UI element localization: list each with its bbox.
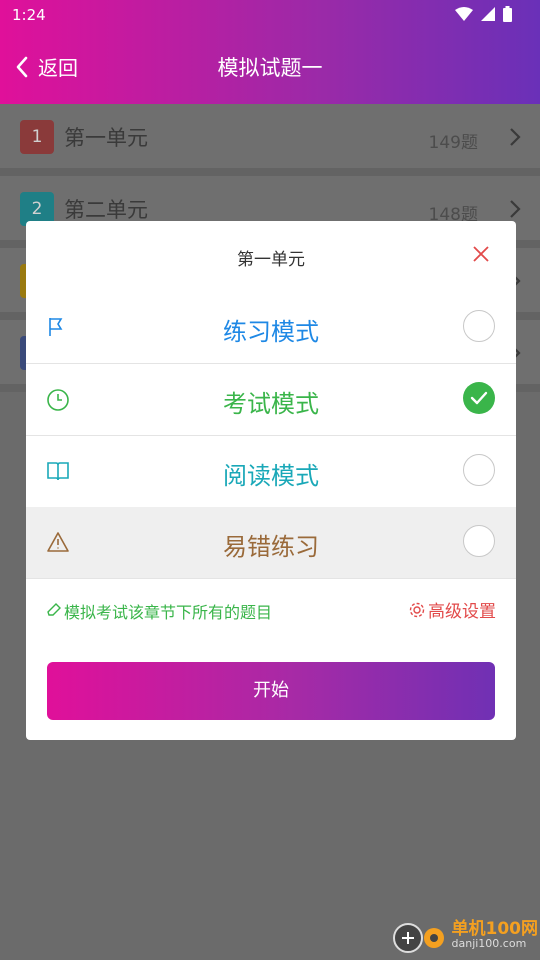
radio-button[interactable] — [463, 525, 495, 557]
unit-name: 第一单元 — [64, 126, 148, 150]
app-bar: 1:24 返回 模拟试题一 — [0, 0, 540, 104]
unit-count: 149题 — [428, 133, 478, 153]
mode-label: 练习模式 — [223, 318, 319, 346]
signal-icon — [481, 7, 495, 21]
mode-option-practice[interactable]: 练习模式 — [26, 292, 516, 364]
eraser-icon — [47, 603, 61, 616]
watermark-line1: 单机100网 — [451, 919, 539, 939]
unit-name: 第二单元 — [64, 198, 148, 222]
dialog-header: 第一单元 — [26, 221, 516, 291]
battery-icon — [503, 6, 512, 22]
watermark: 单机100网 danji100.com — [390, 914, 539, 956]
mode-dialog: 第一单元 练习模式 考试模式 阅读模式 易错练习 模拟考试该章节下所有的题目 高… — [26, 221, 516, 740]
advanced-settings-button[interactable]: 高级设置 — [408, 597, 496, 622]
mode-option-exam[interactable]: 考试模式 — [26, 364, 516, 436]
radio-button[interactable] — [463, 454, 495, 486]
close-icon[interactable] — [472, 245, 490, 263]
list-item[interactable]: 1 第一单元 149题 — [0, 104, 540, 176]
toolbar: 返回 模拟试题一 — [0, 32, 540, 104]
wifi-icon — [455, 7, 473, 21]
radio-button-checked[interactable] — [463, 382, 495, 414]
hint-text: 模拟考试该章节下所有的题目 — [64, 603, 273, 622]
unit-index-badge: 1 — [20, 120, 54, 154]
advanced-settings-label: 高级设置 — [428, 602, 496, 622]
chevron-right-icon — [510, 128, 521, 146]
dialog-title: 第一单元 — [237, 250, 305, 270]
watermark-text: 单机100网 danji100.com — [452, 920, 539, 950]
mode-option-mistakes[interactable]: 易错练习 — [26, 507, 516, 579]
radio-button[interactable] — [463, 310, 495, 342]
gear-icon — [409, 602, 425, 617]
mode-label: 阅读模式 — [223, 462, 319, 490]
mode-option-reading[interactable]: 阅读模式 — [26, 436, 516, 508]
start-button[interactable]: 开始 — [47, 662, 495, 720]
status-time: 1:24 — [12, 6, 46, 24]
status-icons — [455, 6, 512, 22]
chevron-right-icon — [510, 200, 521, 218]
status-bar: 1:24 — [0, 0, 540, 32]
check-icon — [470, 391, 488, 405]
mode-label: 易错练习 — [223, 533, 319, 561]
page-title: 模拟试题一 — [217, 56, 323, 80]
mode-label: 考试模式 — [223, 390, 319, 418]
watermark-line2: danji100.com — [451, 937, 527, 950]
logo-icon — [392, 923, 444, 953]
hint-row: 模拟考试该章节下所有的题目 高级设置 — [46, 597, 496, 627]
